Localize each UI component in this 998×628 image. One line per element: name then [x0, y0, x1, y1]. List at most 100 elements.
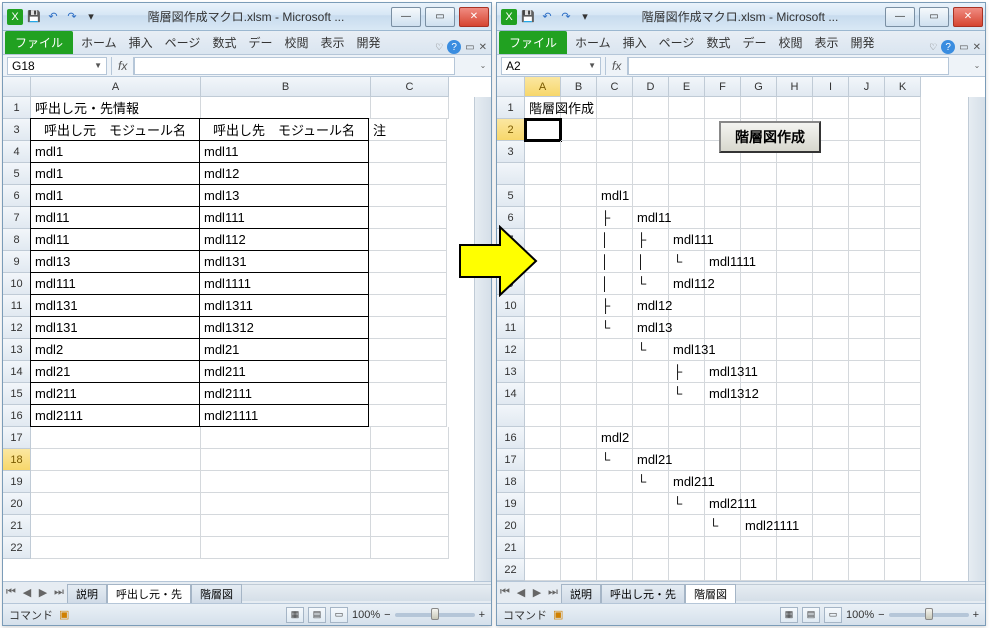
cell[interactable]	[813, 317, 849, 339]
row-header[interactable]	[497, 405, 525, 427]
cell[interactable]: mdl1111	[705, 251, 741, 273]
cell[interactable]	[371, 97, 449, 119]
cell[interactable]	[849, 427, 885, 449]
cell[interactable]: mdl211	[669, 471, 705, 493]
row-header[interactable]: 2	[497, 119, 525, 141]
view-layout-icon[interactable]: ▤	[308, 607, 326, 623]
cell[interactable]	[597, 537, 633, 559]
help-icon[interactable]: ?	[941, 40, 955, 54]
cell[interactable]	[201, 537, 371, 559]
cell[interactable]	[561, 383, 597, 405]
cell[interactable]	[31, 427, 201, 449]
cell[interactable]	[885, 339, 921, 361]
cell[interactable]	[525, 405, 561, 427]
cell[interactable]: mdl21	[30, 360, 200, 383]
cell[interactable]	[633, 559, 669, 581]
zoom-in-button[interactable]: +	[973, 609, 979, 621]
tab-nav-next-icon[interactable]: ▶	[35, 586, 51, 599]
minimize-button[interactable]: —	[885, 7, 915, 27]
save-icon[interactable]: 💾	[26, 9, 42, 25]
sheet-tab-active[interactable]: 呼出し元・先	[107, 584, 191, 603]
tab-insert[interactable]: 挿入	[617, 31, 653, 54]
cell[interactable]	[885, 449, 921, 471]
mdi-min-icon[interactable]: ▭	[959, 42, 968, 53]
row-header[interactable]: 4	[3, 141, 31, 163]
qat-dropdown-icon[interactable]: ▾	[577, 9, 593, 25]
cell[interactable]	[369, 361, 447, 383]
cell[interactable]	[371, 471, 449, 493]
cell[interactable]	[777, 383, 813, 405]
cell[interactable]	[705, 273, 741, 295]
cell[interactable]	[633, 361, 669, 383]
cell[interactable]: mdl1	[30, 184, 200, 207]
cell[interactable]	[777, 163, 813, 185]
col-header[interactable]: G	[741, 77, 777, 97]
cell[interactable]	[371, 427, 449, 449]
cell[interactable]	[561, 559, 597, 581]
help-icon[interactable]: ?	[447, 40, 461, 54]
cell[interactable]	[885, 141, 921, 163]
cell[interactable]	[885, 163, 921, 185]
cell[interactable]	[669, 537, 705, 559]
cell[interactable]	[777, 427, 813, 449]
cell[interactable]: ├	[597, 295, 633, 317]
cell[interactable]	[669, 163, 705, 185]
cell[interactable]	[777, 493, 813, 515]
cell[interactable]	[777, 97, 813, 119]
tab-home[interactable]: ホーム	[75, 31, 123, 54]
formula-expand-icon[interactable]: ⌄	[969, 61, 985, 70]
cell[interactable]: mdl21	[633, 449, 669, 471]
cell[interactable]	[561, 427, 597, 449]
col-header[interactable]: I	[813, 77, 849, 97]
cell[interactable]	[525, 119, 561, 141]
cell[interactable]: mdl1	[597, 185, 633, 207]
name-box[interactable]: G18▼	[7, 57, 107, 75]
cell[interactable]	[777, 339, 813, 361]
close-button[interactable]: ✕	[953, 7, 983, 27]
undo-icon[interactable]: ↶	[539, 9, 555, 25]
col-header[interactable]: C	[597, 77, 633, 97]
cell[interactable]	[705, 405, 741, 427]
cell[interactable]: mdl131	[30, 316, 200, 339]
cell[interactable]: mdl112	[199, 228, 369, 251]
cell[interactable]	[741, 383, 777, 405]
cell[interactable]	[369, 251, 447, 273]
cell[interactable]	[597, 339, 633, 361]
cell[interactable]	[561, 207, 597, 229]
cell[interactable]	[369, 141, 447, 163]
cell[interactable]	[633, 493, 669, 515]
cell[interactable]: mdl21	[199, 338, 369, 361]
cell[interactable]	[849, 229, 885, 251]
col-header[interactable]: J	[849, 77, 885, 97]
cell[interactable]	[885, 295, 921, 317]
tab-page[interactable]: ページ	[159, 31, 207, 54]
cell[interactable]: └	[633, 273, 669, 295]
cell[interactable]	[885, 229, 921, 251]
cell[interactable]	[525, 515, 561, 537]
cell[interactable]: │	[597, 251, 633, 273]
cell[interactable]	[849, 559, 885, 581]
cell[interactable]	[561, 471, 597, 493]
cell[interactable]	[669, 559, 705, 581]
view-normal-icon[interactable]: ▦	[780, 607, 798, 623]
cell[interactable]	[741, 317, 777, 339]
cell[interactable]	[885, 537, 921, 559]
cell[interactable]	[525, 295, 561, 317]
cell[interactable]	[849, 471, 885, 493]
cell[interactable]	[561, 185, 597, 207]
cell[interactable]	[371, 515, 449, 537]
cell[interactable]	[705, 317, 741, 339]
cell[interactable]	[669, 141, 705, 163]
cell[interactable]	[885, 119, 921, 141]
row-header[interactable]: 19	[497, 493, 525, 515]
horizontal-scrollbar[interactable]	[242, 584, 491, 601]
cell[interactable]	[633, 163, 669, 185]
cell[interactable]	[849, 251, 885, 273]
cell[interactable]	[849, 317, 885, 339]
row-header[interactable]: 6	[3, 185, 31, 207]
cell[interactable]	[705, 559, 741, 581]
cell[interactable]	[849, 207, 885, 229]
cell[interactable]	[597, 163, 633, 185]
cell[interactable]	[561, 361, 597, 383]
cell[interactable]	[369, 185, 447, 207]
